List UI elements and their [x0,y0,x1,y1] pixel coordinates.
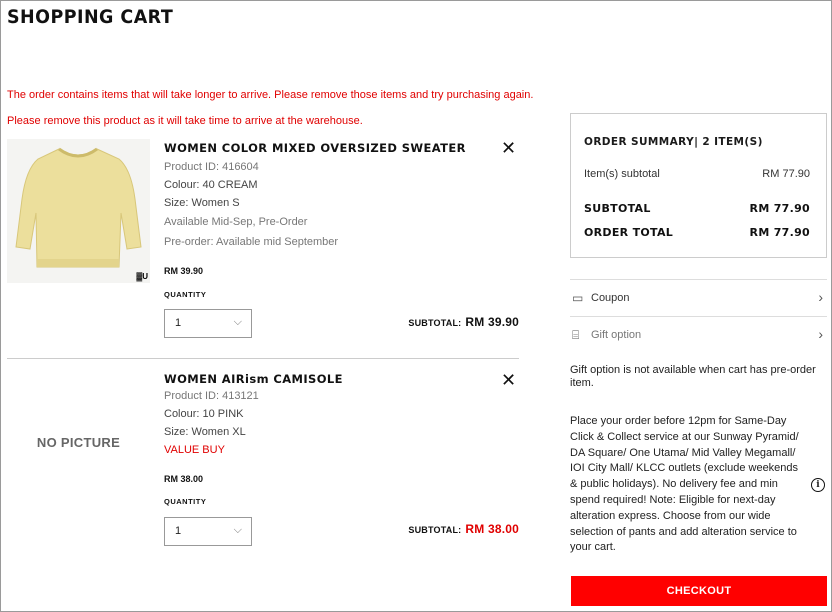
item-subtotal: SUBTOTAL: RM 38.00 [408,522,519,536]
subtotal-label: SUBTOTAL [584,202,651,215]
product-error-message: Please remove this product as it will ta… [7,115,363,127]
order-total-value: RM 77.90 [749,226,810,239]
order-total-label: ORDER TOTAL [584,226,674,239]
order-error-message: The order contains items that will take … [7,89,534,101]
product-price: RM 38.00 [164,474,204,484]
chevron-right-icon: › [818,326,823,342]
chevron-right-icon: › [818,289,823,305]
quantity-select[interactable]: 1 ⌵ [164,517,252,546]
items-subtotal-row: Item(s) subtotal RM 77.90 [584,168,810,180]
remove-item-icon[interactable]: ✕ [501,139,516,157]
no-picture-placeholder: NO PICTURE [36,434,121,450]
cart-item: ▓U WOMEN COLOR MIXED OVERSIZED SWEATER ✕… [7,139,519,359]
items-subtotal-value: RM 77.90 [762,168,810,180]
product-colour: Colour: 40 CREAM [164,179,258,191]
value-buy-badge: VALUE BUY [164,444,225,456]
quantity-select[interactable]: 1 ⌵ [164,309,252,338]
product-size: Size: Women S [164,197,240,209]
product-colour: Colour: 10 PINK [164,408,244,420]
info-icon[interactable]: i [811,478,825,492]
product-id: Product ID: 413121 [164,390,259,402]
quantity-value: 1 [175,525,182,537]
subtotal-value: RM 77.90 [749,202,810,215]
coupon-label: Coupon [591,292,630,304]
items-subtotal-label: Item(s) subtotal [584,168,660,180]
gift-option[interactable]: ⌸ Gift option › [570,316,827,353]
item-subtotal-label: SUBTOTAL: [408,525,462,535]
order-summary: ORDER SUMMARY| 2 ITEM(S) Item(s) subtota… [570,113,827,258]
product-id: Product ID: 416604 [164,161,259,173]
coupon-icon: ▭ [572,291,584,305]
quantity-label: QUANTITY [164,497,207,506]
coupon-option[interactable]: ▭ Coupon › [570,279,827,316]
product-size: Size: Women XL [164,426,246,438]
chevron-down-icon: ⌵ [233,524,242,536]
item-subtotal-amount: RM 39.90 [465,315,519,329]
brand-logo: ▓U [136,272,148,281]
item-subtotal-amount: RM 38.00 [465,522,519,536]
gift-icon: ⌸ [572,328,580,342]
item-subtotal: SUBTOTAL: RM 39.90 [408,315,519,329]
quantity-label: QUANTITY [164,290,207,299]
availability-text: Available Mid-Sep, Pre-Order [164,216,308,228]
gift-option-note: Gift option is not available when cart h… [570,364,816,389]
remove-item-icon[interactable]: ✕ [501,371,516,389]
service-note: Place your order before 12pm for Same-Da… [570,415,799,554]
product-price: RM 39.90 [164,266,204,276]
page-title: SHOPPING CART [7,6,174,28]
cart-item: NO PICTURE WOMEN AIRism CAMISOLE ✕ Produ… [7,365,519,555]
item-subtotal-label: SUBTOTAL: [408,318,462,328]
gift-option-label: Gift option [591,329,642,341]
quantity-value: 1 [175,317,182,329]
product-name[interactable]: WOMEN AIRism CAMISOLE [164,372,343,386]
order-summary-title: ORDER SUMMARY| 2 ITEM(S) [584,136,763,148]
subtotal-row: SUBTOTAL RM 77.90 [584,202,810,215]
chevron-down-icon: ⌵ [233,316,242,328]
product-image[interactable]: ▓U [7,139,150,283]
order-total-row: ORDER TOTAL RM 77.90 [584,226,810,239]
preorder-text: Pre-order: Available mid September [164,236,339,248]
checkout-button[interactable]: CHECKOUT [571,576,827,606]
sweater-image [7,139,150,283]
product-name[interactable]: WOMEN COLOR MIXED OVERSIZED SWEATER [164,141,466,155]
